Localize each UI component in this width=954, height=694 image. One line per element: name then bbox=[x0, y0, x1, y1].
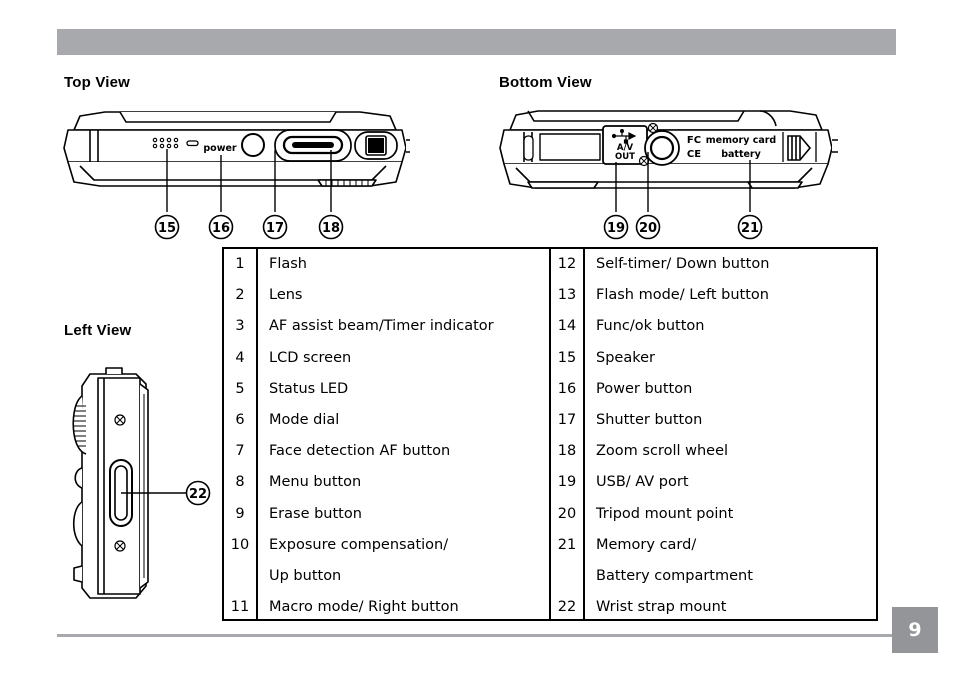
footer-rule bbox=[57, 634, 896, 637]
part-number-cell: 19 bbox=[557, 474, 577, 491]
callout-21: 21 bbox=[741, 221, 759, 236]
part-number-cell: 21 bbox=[557, 536, 577, 553]
part-label-cell: Flash mode/ Left button bbox=[596, 287, 769, 304]
part-label-cell: Flash bbox=[269, 256, 307, 272]
battery-label: battery bbox=[721, 149, 761, 160]
part-label-cell: Shutter button bbox=[596, 411, 703, 428]
power-label: power bbox=[203, 143, 237, 154]
callout-19: 19 bbox=[607, 221, 625, 236]
part-number-cell: 3 bbox=[235, 318, 245, 335]
part-number-cell: 8 bbox=[235, 474, 245, 491]
part-label-cell: Tripod mount point bbox=[596, 505, 734, 522]
part-label-cell: Lens bbox=[269, 287, 303, 304]
callout-18: 18 bbox=[322, 221, 340, 236]
parts-table-left-half: 1 2 3 4 5 6 7 8 9 10 11 Flash Lens AF assist beam/Ti… bbox=[224, 249, 549, 619]
part-label-cell: Power button bbox=[596, 380, 693, 397]
left-label-column: Flash Lens AF assist beam/Timer indicator L… bbox=[258, 249, 549, 619]
part-label-cell: Menu button bbox=[269, 474, 362, 491]
callout-15: 15 bbox=[158, 221, 176, 236]
part-number-cell: 1 bbox=[235, 256, 245, 272]
part-label-cell: Mode dial bbox=[269, 411, 340, 428]
part-label-cell: Erase button bbox=[269, 505, 362, 522]
header-bar bbox=[57, 29, 896, 55]
part-number-cell: 13 bbox=[557, 287, 577, 304]
page-number-badge: 9 bbox=[892, 607, 938, 653]
part-label-cell: Face detection AF button bbox=[269, 443, 451, 460]
part-label-cell: Status LED bbox=[269, 380, 349, 397]
part-label-cell: LCD screen bbox=[269, 349, 352, 366]
top-view-diagram: power 15 16 17 18 bbox=[60, 100, 410, 245]
part-label-cell: AF assist beam/Timer indicator bbox=[269, 318, 494, 335]
part-number-cell: 16 bbox=[557, 380, 577, 397]
bottom-view-heading: Bottom View bbox=[499, 74, 592, 91]
part-label-cell: Battery compartment bbox=[596, 567, 753, 584]
part-number-cell: 6 bbox=[235, 411, 245, 428]
part-label-cell: USB/ AV port bbox=[596, 474, 689, 491]
right-number-column: 12 13 14 15 16 17 18 19 20 21 22 bbox=[551, 249, 585, 619]
callout-16: 16 bbox=[212, 221, 230, 236]
part-number-cell: 22 bbox=[557, 599, 577, 616]
part-label-cell: Macro mode/ Right button bbox=[269, 599, 459, 616]
left-view-heading: Left View bbox=[64, 322, 132, 339]
part-number-cell: 5 bbox=[235, 380, 245, 397]
part-number-cell: 7 bbox=[235, 443, 245, 460]
part-number-cell: 15 bbox=[557, 349, 577, 366]
part-label-cell: Up button bbox=[269, 567, 342, 584]
memory-card-label: memory card bbox=[706, 135, 776, 146]
callout-17: 17 bbox=[266, 221, 284, 236]
top-view-heading: Top View bbox=[64, 74, 131, 91]
callout-22: 22 bbox=[189, 487, 207, 502]
part-number-cell: 14 bbox=[557, 318, 577, 335]
fcc-mark-label: FC bbox=[687, 135, 701, 146]
left-number-column: 1 2 3 4 5 6 7 8 9 10 11 bbox=[224, 249, 258, 619]
callout-20: 20 bbox=[639, 221, 657, 236]
part-number-cell bbox=[224, 561, 256, 592]
part-label-cell: Func/ok button bbox=[596, 318, 705, 335]
part-number-cell: 2 bbox=[235, 287, 245, 304]
part-label-cell: Exposure compensation/ bbox=[269, 536, 449, 553]
part-number-cell: 11 bbox=[230, 599, 250, 616]
parts-table-right-half: 12 13 14 15 16 17 18 19 20 21 22 Self-timer/ Down … bbox=[549, 249, 876, 619]
manual-page: Top View power 15 16 17 18 Bottom View A… bbox=[0, 0, 954, 694]
part-label-cell: Zoom scroll wheel bbox=[596, 443, 729, 460]
ce-mark-label: CE bbox=[687, 149, 701, 160]
part-label-cell: Memory card/ bbox=[596, 536, 697, 553]
part-number-cell: 12 bbox=[557, 256, 577, 272]
part-number-cell: 20 bbox=[557, 505, 577, 522]
bottom-view-diagram: A/V OUT FC CE memory card battery 19 20 … bbox=[498, 100, 838, 245]
part-number-cell bbox=[551, 561, 583, 592]
part-number-cell: 9 bbox=[235, 505, 245, 522]
part-number-cell: 17 bbox=[557, 411, 577, 428]
right-label-column: Self-timer/ Down button Flash mode/ Left … bbox=[585, 249, 876, 619]
part-number-cell: 10 bbox=[230, 536, 250, 553]
av-label-line2: OUT bbox=[615, 152, 635, 162]
part-label-cell: Wrist strap mount bbox=[596, 599, 727, 616]
part-label-cell: Speaker bbox=[596, 349, 655, 366]
parts-legend-table: 1 2 3 4 5 6 7 8 9 10 11 Flash Lens AF assist beam/Ti… bbox=[222, 247, 878, 621]
part-number-cell: 18 bbox=[557, 443, 577, 460]
part-number-cell: 4 bbox=[235, 349, 245, 366]
part-label-cell: Self-timer/ Down button bbox=[596, 256, 770, 272]
left-view-diagram: 22 bbox=[60, 350, 220, 615]
